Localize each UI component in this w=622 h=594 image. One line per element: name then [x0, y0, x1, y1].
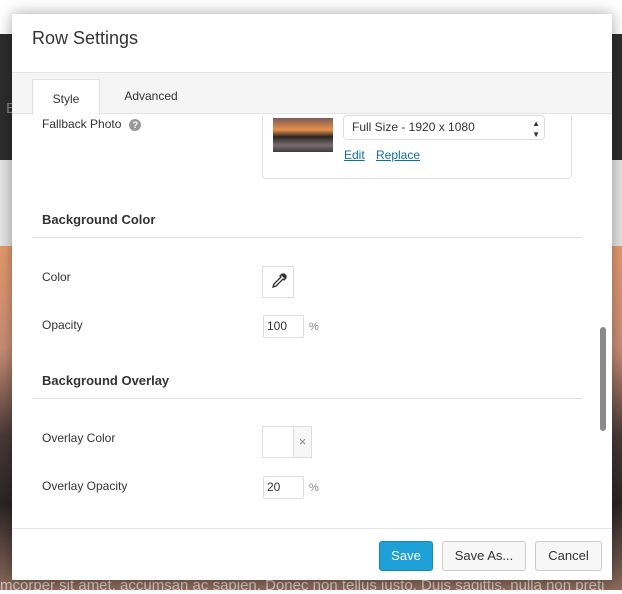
overlay-opacity-label: Overlay Opacity [42, 479, 128, 493]
scrollbar[interactable] [600, 327, 606, 431]
cancel-button[interactable]: Cancel [535, 541, 602, 571]
photo-field: Full Size - 1920 x 1080 ▲ ▼ Edit Replace [262, 115, 572, 179]
overlay-color-picker[interactable]: × [262, 426, 312, 458]
dialog-title: Row Settings [32, 28, 139, 48]
tab-advanced[interactable]: Advanced [112, 79, 190, 115]
overlay-color-label: Overlay Color [42, 431, 116, 445]
photo-thumbnail [273, 118, 333, 152]
clear-color-icon[interactable]: × [293, 427, 311, 457]
dialog-header: Row Settings [12, 14, 612, 73]
row-settings-dialog: Row Settings Style Advanced Fallback Pho… [12, 14, 612, 580]
replace-photo-link[interactable]: Replace [376, 148, 420, 162]
save-as-button[interactable]: Save As... [442, 541, 526, 571]
divider [32, 237, 582, 238]
opacity-input[interactable]: 100 [263, 315, 304, 338]
divider [32, 398, 582, 399]
help-icon[interactable]: ? [129, 119, 142, 131]
fallback-photo-label-text: Fallback Photo [42, 117, 122, 131]
tab-style[interactable]: Style [32, 79, 100, 115]
overlay-opacity-input[interactable]: 20 [263, 476, 304, 499]
photo-size-value: Full Size - 1920 x 1080 [352, 120, 475, 134]
overlay-opacity-unit: % [309, 482, 319, 494]
settings-content: Fallback Photo? Full Size - 1920 x 1080 ▲… [12, 115, 612, 528]
eyedropper-icon [271, 273, 287, 289]
dialog-footer: Save Save As... Cancel [12, 528, 612, 580]
tab-bar: Style Advanced [12, 73, 612, 115]
fallback-photo-label: Fallback Photo? [42, 117, 142, 131]
opacity-label: Opacity [42, 318, 83, 332]
background-color-heading: Background Color [42, 212, 156, 227]
color-picker-button[interactable] [262, 266, 294, 298]
edit-photo-link[interactable]: Edit [344, 148, 365, 162]
background-overlay-heading: Background Overlay [42, 373, 170, 388]
opacity-unit: % [309, 321, 319, 333]
save-button[interactable]: Save [379, 541, 433, 571]
select-arrows-icon: ▲ ▼ [532, 119, 540, 139]
color-label: Color [42, 270, 71, 284]
photo-size-select[interactable]: Full Size - 1920 x 1080 ▲ ▼ [343, 115, 545, 140]
